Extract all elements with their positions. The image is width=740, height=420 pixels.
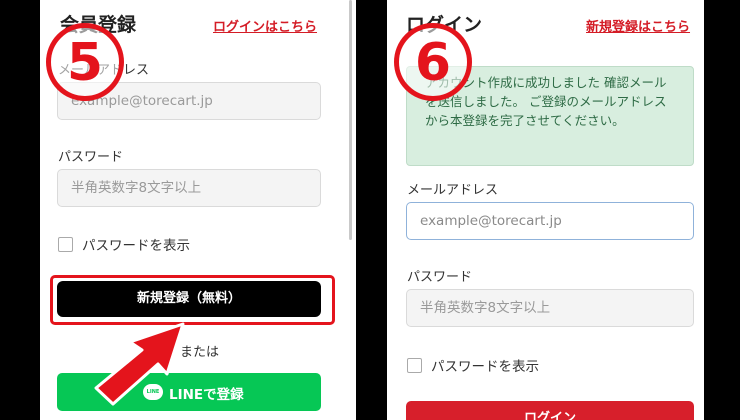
pointer-arrow-icon [94, 322, 185, 406]
